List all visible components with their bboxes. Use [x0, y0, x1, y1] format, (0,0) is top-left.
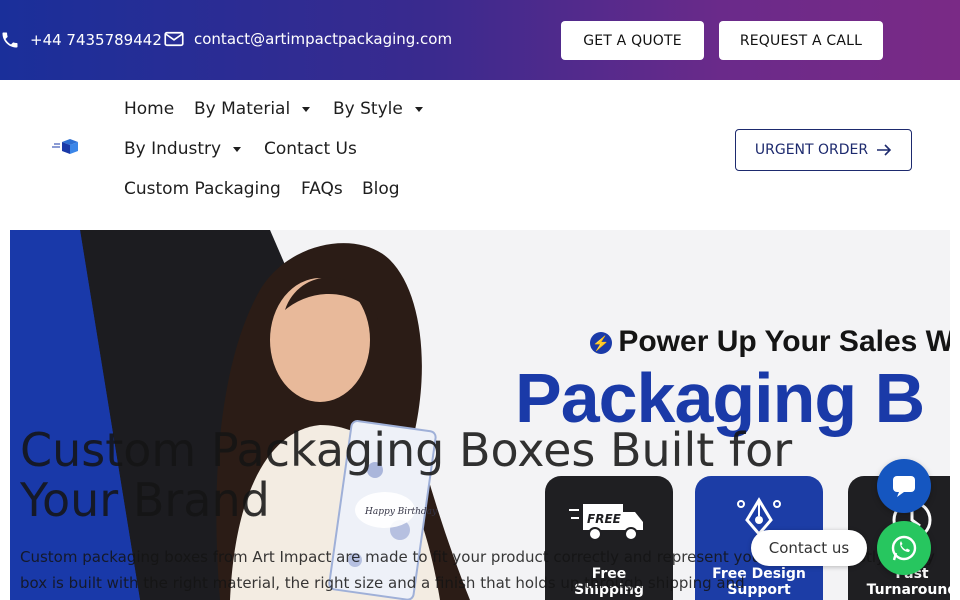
- nav-custom-packaging[interactable]: Custom Packaging: [124, 179, 281, 199]
- nav-by-industry[interactable]: By Industry: [124, 139, 242, 159]
- banner-headline-line1: ⚡ Power Up Your Sales With: [590, 325, 950, 359]
- whatsapp-icon: [891, 535, 917, 561]
- arrow-right-icon: [877, 144, 892, 156]
- nav-custom-packaging-label: Custom Packaging: [124, 179, 281, 199]
- get-a-quote-button[interactable]: GET A QUOTE: [561, 21, 704, 60]
- request-a-call-button[interactable]: REQUEST A CALL: [719, 21, 883, 60]
- phone-link[interactable]: +44 7435789442: [0, 30, 162, 50]
- nav-by-industry-label: By Industry: [124, 139, 222, 159]
- nav-faqs-label: FAQs: [301, 179, 343, 199]
- nav-by-material[interactable]: By Material: [194, 99, 311, 119]
- hero-headline: Custom Packaging Boxes Built for Your Br…: [20, 423, 793, 527]
- chevron-down-icon: [414, 106, 423, 112]
- email-address: contact@artimpactpackaging.com: [194, 30, 453, 48]
- nav-by-style-label: By Style: [333, 99, 403, 119]
- top-contact-bar: +44 7435789442 contact@artimpactpackagin…: [0, 0, 960, 80]
- banner-line1-text: Power Up Your Sales With: [618, 325, 950, 358]
- email-link[interactable]: contact@artimpactpackaging.com: [164, 30, 452, 48]
- mail-icon: [164, 31, 184, 47]
- nav-blog-label: Blog: [362, 179, 400, 199]
- nav-contact-us[interactable]: Contact Us: [264, 139, 357, 159]
- nav-by-material-label: By Material: [194, 99, 291, 119]
- nav-blog[interactable]: Blog: [362, 179, 400, 199]
- nav-contact-us-label: Contact Us: [264, 139, 357, 159]
- chat-widget-button[interactable]: [877, 459, 931, 513]
- contact-us-label[interactable]: Contact us: [751, 530, 867, 566]
- nav-home[interactable]: Home: [124, 99, 174, 119]
- site-logo[interactable]: [48, 138, 96, 166]
- chevron-down-icon: [233, 146, 242, 152]
- chevron-down-icon: [302, 106, 311, 112]
- nav-home-label: Home: [124, 99, 175, 119]
- chat-bubble-icon: [893, 476, 915, 497]
- phone-number: +44 7435789442: [30, 31, 162, 49]
- urgent-order-label: URGENT ORDER: [754, 142, 869, 158]
- whatsapp-button[interactable]: [877, 521, 931, 575]
- phone-icon: [2, 32, 18, 48]
- nav-by-style[interactable]: By Style: [333, 99, 423, 119]
- urgent-order-button[interactable]: URGENT ORDER: [735, 129, 912, 171]
- nav-faqs[interactable]: FAQs: [301, 179, 343, 199]
- lightning-icon: ⚡: [590, 332, 612, 354]
